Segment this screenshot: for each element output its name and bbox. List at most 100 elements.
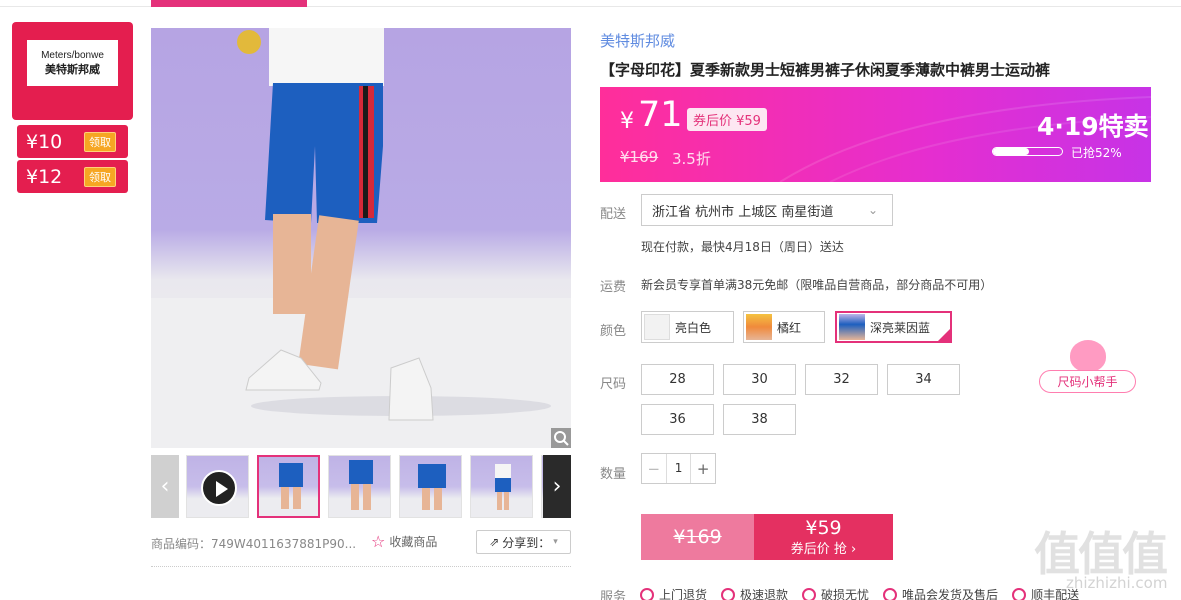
check-circle-icon: [721, 587, 736, 600]
after-coupon-tag: 券后价 ¥59: [687, 108, 767, 131]
delivery-label: 配送: [600, 207, 627, 222]
chevron-down-icon: ⌄: [867, 203, 878, 217]
size-option[interactable]: 32: [805, 364, 878, 395]
store-coupon[interactable]: ¥10 领取: [17, 125, 128, 158]
sold-progress-bar: [992, 147, 1063, 156]
service-item-label: 唯品会发货及售后: [902, 588, 999, 600]
coupon-amount: ¥10: [26, 130, 63, 153]
color-option-orange[interactable]: 橘红: [743, 311, 825, 343]
service-item-label: 上门退货: [659, 588, 708, 600]
service-label: 服务: [600, 590, 627, 600]
size-option[interactable]: 28: [641, 364, 714, 395]
claim-coupon-button[interactable]: 领取: [84, 131, 116, 152]
share-dropdown[interactable]: ⇗ 分享到： ▾: [476, 530, 571, 554]
brand-logo-en: Meters/bonwe: [41, 49, 104, 61]
color-option-white[interactable]: 亮白色: [641, 311, 734, 343]
color-name: 橘红: [777, 320, 802, 335]
shipping-info: 新会员专享首单满38元免邮（限唯品自营商品，部分商品不可用）: [641, 278, 993, 292]
product-code: 商品编码：749W4011637881P90...: [151, 537, 357, 551]
color-swatch: [746, 314, 772, 340]
share-label: 分享到：: [502, 535, 551, 550]
service-item: 上门退货: [640, 586, 707, 600]
delivery-eta: 现在付款，最快4月18日（周日）送达: [641, 240, 844, 254]
coupon-amount: ¥12: [26, 165, 63, 188]
size-helper-label: 尺码小帮手: [1039, 370, 1136, 393]
thumbnail-next-button[interactable]: ›: [543, 455, 571, 518]
address-value: 浙江省 杭州市 上城区 南星街道: [652, 204, 834, 220]
thumbnail-photo: [279, 463, 303, 509]
main-product-image[interactable]: [151, 28, 571, 448]
color-swatch: [839, 314, 865, 340]
size-option[interactable]: 30: [723, 364, 796, 395]
color-name: 亮白色: [675, 320, 712, 335]
quantity-stepper[interactable]: − 1 +: [641, 453, 716, 484]
check-circle-icon: [883, 587, 898, 600]
brand-logo-cn: 美特斯邦威: [45, 62, 100, 76]
thumbnail-image[interactable]: [328, 455, 391, 518]
service-item: 极速退款: [721, 586, 788, 600]
size-helper-button[interactable]: 尺码小帮手: [1039, 340, 1136, 393]
service-item: 破损无忧: [802, 586, 869, 600]
mascot-icon: [1070, 340, 1106, 372]
original-price: ¥169: [620, 148, 659, 166]
current-price: 71: [638, 95, 683, 135]
coupon-buy-price: ¥59: [805, 516, 842, 539]
shipping-label: 运费: [600, 280, 627, 295]
color-name: 深亮莱因蓝: [870, 320, 931, 335]
gallery-divider: [151, 566, 571, 567]
sale-event-title: 4·19特卖: [1037, 112, 1149, 141]
thumbnail-photo: [418, 464, 446, 510]
chevron-right-icon: ›: [552, 474, 562, 499]
check-circle-icon: [1012, 587, 1027, 600]
thumbnail-photo: [495, 464, 511, 510]
brand-store-card[interactable]: Meters/bonwe 美特斯邦威: [12, 22, 133, 120]
favorite-button[interactable]: ☆ 收藏商品: [371, 532, 437, 551]
buy-with-coupon-button[interactable]: ¥59 券后价 抢 ›: [754, 514, 893, 560]
thumbnail-image[interactable]: [257, 455, 320, 518]
original-price-button[interactable]: ¥169: [641, 514, 754, 560]
star-icon: ☆: [371, 532, 386, 551]
thumbnail-video[interactable]: [186, 455, 249, 518]
service-item: 唯品会发货及售后: [883, 586, 998, 600]
service-item-label: 破损无忧: [821, 588, 870, 600]
service-item-label: 极速退款: [740, 588, 789, 600]
chevron-left-icon: ‹: [160, 474, 170, 499]
claim-coupon-button[interactable]: 领取: [84, 166, 116, 187]
minus-icon[interactable]: −: [642, 460, 666, 478]
service-list: 上门退货 极速退款 破损无忧 唯品会发货及售后 顺丰配送: [640, 586, 1079, 600]
sold-progress-fill: [993, 148, 1029, 155]
discount-rate: 3.5折: [672, 150, 711, 168]
sold-percent: 已抢52%: [1071, 146, 1122, 160]
price-panel: ¥ 71 券后价 ¥59 ¥169 3.5折 4·19特卖 已抢52%: [600, 87, 1151, 182]
caret-down-icon: ▾: [553, 537, 558, 547]
thumbnail-photo: [349, 460, 373, 510]
check-circle-icon: [640, 587, 654, 600]
thumbnail-image[interactable]: [470, 455, 533, 518]
share-icon: ⇗: [489, 535, 500, 549]
product-photo: [151, 28, 571, 448]
check-circle-icon: [802, 587, 817, 600]
coupon-buy-label: 券后价 抢 ›: [790, 541, 857, 557]
size-option[interactable]: 38: [723, 404, 796, 435]
selected-check-icon: [937, 328, 951, 342]
currency-symbol: ¥: [620, 109, 634, 134]
product-title: 【字母印花】夏季新款男士短裤男裤子休闲夏季薄款中裤男士运动裤: [600, 61, 1051, 79]
size-option[interactable]: 34: [887, 364, 960, 395]
color-label: 颜色: [600, 324, 627, 339]
size-option[interactable]: 36: [641, 404, 714, 435]
address-selector[interactable]: 浙江省 杭州市 上城区 南星街道 ⌄: [641, 194, 893, 226]
plus-icon[interactable]: +: [691, 460, 715, 478]
thumbnail-image[interactable]: [399, 455, 462, 518]
store-coupon[interactable]: ¥12 领取: [17, 160, 128, 193]
brand-logo[interactable]: Meters/bonwe 美特斯邦威: [27, 40, 118, 86]
size-label: 尺码: [600, 377, 627, 392]
quantity-value[interactable]: 1: [665, 454, 692, 483]
play-icon: [201, 470, 237, 506]
zoom-icon[interactable]: [551, 428, 571, 448]
color-option-blue[interactable]: 深亮莱因蓝: [835, 311, 952, 343]
quantity-label: 数量: [600, 467, 627, 482]
watermark-url: zhizhizhi.com: [1066, 574, 1168, 592]
thumbnail-prev-button[interactable]: ‹: [151, 455, 179, 518]
brand-link[interactable]: 美特斯邦威: [600, 30, 675, 51]
active-tab-indicator: [151, 0, 307, 7]
